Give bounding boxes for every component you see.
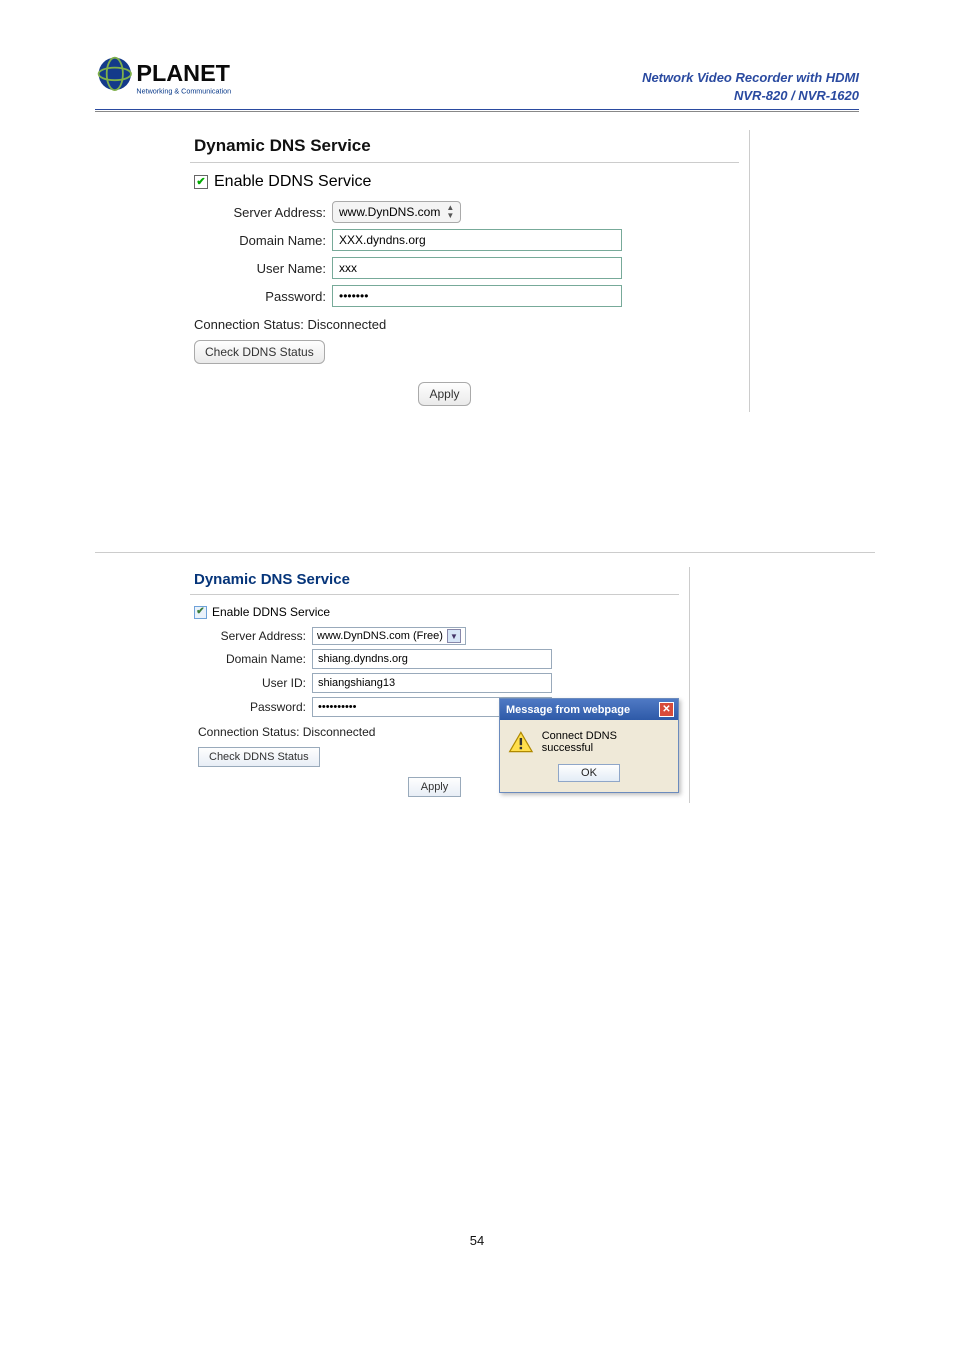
apply-button[interactable]: Apply — [418, 382, 470, 406]
message-dialog: Message from webpage ✕ Connect DDNS succ… — [499, 698, 679, 793]
section-divider — [95, 552, 875, 553]
user-name-input[interactable] — [332, 257, 622, 279]
enable-ddns-label: Enable DDNS Service — [214, 173, 371, 191]
connection-status-value: Disconnected — [307, 317, 386, 332]
domain-name-label: Domain Name: — [194, 233, 332, 248]
dialog-close-button[interactable]: ✕ — [659, 702, 674, 717]
connection-status-label: Connection Status: — [194, 317, 304, 332]
dialog-ok-button[interactable]: OK — [558, 764, 620, 782]
connection-status-value-2: Disconnected — [303, 725, 376, 739]
ddns-panel-2: Dynamic DNS Service ✔ Enable DDNS Servic… — [190, 567, 690, 803]
page-number: 54 — [95, 1233, 859, 1248]
user-id-label: User ID: — [194, 676, 312, 690]
panel1-title: Dynamic DNS Service — [190, 130, 739, 163]
server-address-select-2[interactable]: www.DynDNS.com (Free) ▼ — [312, 627, 466, 645]
check-ddns-status-button-2[interactable]: Check DDNS Status — [198, 747, 320, 767]
svg-text:Networking & Communication: Networking & Communication — [136, 87, 231, 96]
domain-name-input[interactable] — [332, 229, 622, 251]
password-input[interactable] — [332, 285, 622, 307]
svg-text:PLANET: PLANET — [136, 60, 230, 86]
header-line1: Network Video Recorder with HDMI — [642, 69, 859, 87]
password-label-2: Password: — [194, 700, 312, 714]
close-icon: ✕ — [662, 705, 670, 715]
user-name-label: User Name: — [194, 261, 332, 276]
enable-ddns-label-2: Enable DDNS Service — [212, 605, 330, 619]
server-address-value: www.DynDNS.com — [339, 205, 440, 219]
password-label: Password: — [194, 289, 332, 304]
header-product-title: Network Video Recorder with HDMI NVR-820… — [642, 69, 859, 105]
ddns-panel-1: Dynamic DNS Service ✔ Enable DDNS Servic… — [190, 130, 750, 412]
apply-button-2[interactable]: Apply — [408, 777, 462, 797]
check-ddns-status-button[interactable]: Check DDNS Status — [194, 340, 325, 364]
user-id-input[interactable] — [312, 673, 552, 693]
connection-status-label-2: Connection Status: — [198, 725, 299, 739]
dialog-message: Connect DDNS successful — [542, 730, 670, 754]
warning-icon — [508, 730, 534, 754]
enable-ddns-checkbox[interactable]: ✔ — [194, 175, 208, 189]
domain-name-input-2[interactable] — [312, 649, 552, 669]
header-rule-grey — [95, 111, 859, 112]
enable-ddns-checkbox-2[interactable]: ✔ — [194, 606, 207, 619]
panel2-title: Dynamic DNS Service — [190, 567, 679, 595]
brand-logo: PLANET Networking & Communication — [95, 50, 275, 105]
domain-name-label-2: Domain Name: — [194, 652, 312, 666]
header-rule-blue — [95, 109, 859, 110]
header-line2: NVR-820 / NVR-1620 — [642, 87, 859, 105]
server-address-value-2: www.DynDNS.com (Free) — [317, 630, 443, 642]
server-address-label: Server Address: — [194, 205, 332, 220]
server-address-select[interactable]: www.DynDNS.com ▲▼ — [332, 201, 461, 223]
dropdown-arrow-icon: ▼ — [447, 629, 461, 643]
stepper-arrows-icon: ▲▼ — [446, 204, 454, 220]
server-address-label-2: Server Address: — [194, 629, 312, 643]
dialog-title: Message from webpage — [506, 704, 630, 716]
